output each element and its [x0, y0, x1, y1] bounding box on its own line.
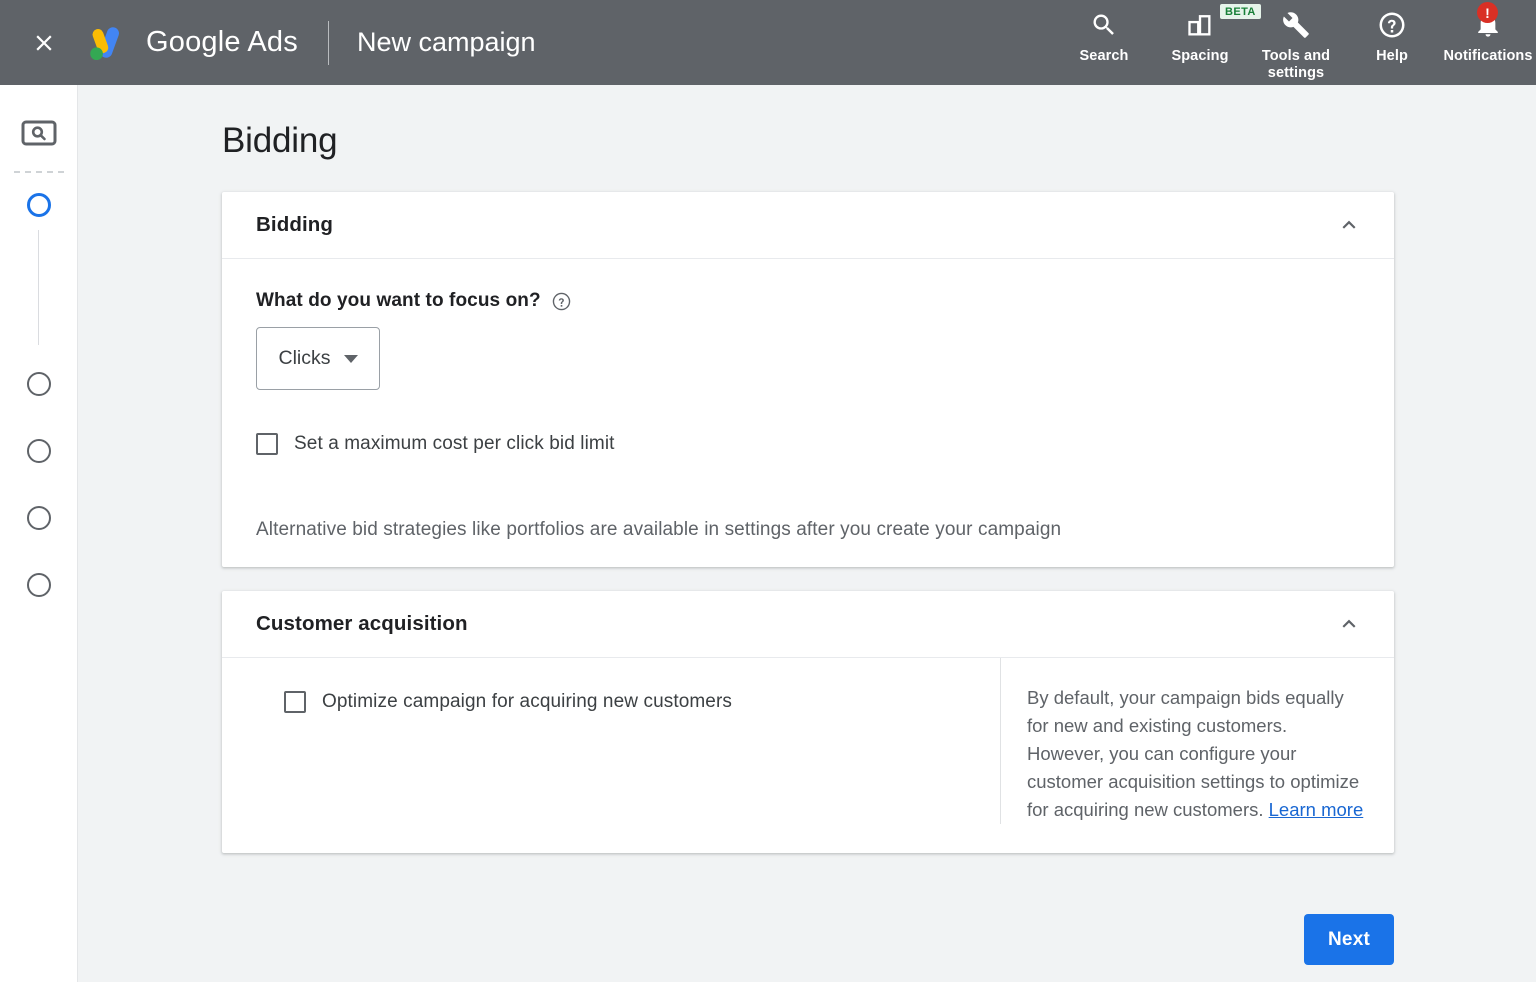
search-icon — [1093, 14, 1114, 35]
chevron-up-icon — [1342, 619, 1356, 628]
focus-select[interactable]: Clicks — [256, 327, 380, 390]
acquisition-card-header[interactable]: Customer acquisition — [222, 591, 1394, 658]
search-button[interactable]: Search — [1056, 0, 1152, 85]
google-ads-logo-icon — [90, 26, 119, 60]
bidding-card-header[interactable]: Bidding — [222, 192, 1394, 259]
optimize-new-customers-checkbox[interactable] — [284, 691, 306, 713]
acquisition-info-panel: By default, your campaign bids equally f… — [1000, 658, 1394, 824]
page-subtitle: New campaign — [356, 27, 536, 57]
close-button[interactable] — [22, 21, 66, 65]
wrench-icon-wrap — [1282, 8, 1310, 42]
spacing-icon — [1188, 15, 1211, 36]
max-cpc-checkbox[interactable] — [256, 433, 278, 455]
campaign-steps-sidebar — [0, 85, 78, 982]
chevron-up-icon — [1342, 220, 1356, 229]
sidebar-step-1[interactable] — [27, 193, 51, 217]
sidebar-step-5[interactable] — [27, 573, 51, 597]
bidding-card: Bidding What do you want to focus on? Cl… — [222, 192, 1394, 567]
max-cpc-checkbox-row[interactable]: Set a maximum cost per click bid limit — [256, 433, 1360, 455]
wrench-icon — [1283, 12, 1309, 38]
chevron-down-icon — [343, 354, 358, 363]
help-icon-wrap — [1377, 8, 1407, 42]
acquisition-card-title: Customer acquisition — [256, 612, 468, 635]
notification-count-badge: ! — [1477, 2, 1498, 23]
main-content: Bidding Bidding What do you want to focu… — [78, 85, 1536, 982]
notifications-button[interactable]: ! Notifications — [1440, 0, 1536, 85]
next-button[interactable]: Next — [1304, 914, 1394, 965]
bell-icon-wrap: ! — [1474, 2, 1502, 42]
focus-question-label: What do you want to focus on? — [256, 290, 541, 311]
optimize-new-customers-label: Optimize campaign for acquiring new cust… — [322, 691, 733, 712]
acquisition-options: Optimize campaign for acquiring new cust… — [222, 658, 1000, 824]
spacing-icon-wrap: BETA — [1186, 4, 1261, 42]
sidebar-step-connector — [38, 230, 39, 345]
customer-acquisition-card: Customer acquisition Optimize campaign f… — [222, 591, 1394, 853]
bidding-card-body: What do you want to focus on? Clicks Set… — [222, 259, 1394, 541]
close-icon — [36, 34, 52, 51]
bidding-note: Alternative bid strategies like portfoli… — [256, 519, 1062, 540]
help-button[interactable]: Help — [1344, 0, 1440, 85]
focus-question-row: What do you want to focus on? — [256, 259, 1360, 312]
spacing-button[interactable]: BETA Spacing — [1152, 0, 1261, 85]
optimize-new-customers-row[interactable]: Optimize campaign for acquiring new cust… — [284, 691, 1000, 713]
bidding-collapse-button[interactable] — [1332, 208, 1366, 242]
acquisition-card-body: Optimize campaign for acquiring new cust… — [222, 658, 1394, 824]
tools-and-settings-label: Tools and settings — [1261, 48, 1331, 81]
help-label: Help — [1376, 48, 1408, 64]
brand-title: Google Ads — [146, 26, 298, 58]
search-label: Search — [1079, 48, 1129, 64]
acquisition-collapse-button[interactable] — [1332, 607, 1366, 641]
focus-select-value: Clicks — [278, 347, 331, 369]
search-icon-wrap — [1090, 8, 1118, 42]
focus-help-icon-button[interactable] — [551, 291, 572, 312]
topbar-actions: Search BETA Spacing Tools and settings H… — [1056, 0, 1536, 85]
header-divider — [327, 20, 329, 65]
sidebar-step-4[interactable] — [27, 506, 51, 530]
learn-more-link[interactable]: Learn more — [1269, 799, 1364, 820]
sidebar-step-3[interactable] — [27, 439, 51, 463]
sidebar-dashed-separator — [14, 171, 64, 173]
max-cpc-checkbox-label: Set a maximum cost per click bid limit — [294, 433, 615, 454]
search-campaign-icon — [21, 120, 57, 146]
help-circle-icon — [552, 292, 570, 310]
acquisition-info-text: By default, your campaign bids equally f… — [1027, 684, 1364, 824]
google-ads-logo — [82, 20, 128, 66]
search-campaign-icon-button[interactable] — [20, 118, 58, 148]
page-title: Bidding — [222, 121, 338, 160]
notifications-label: Notifications — [1443, 48, 1533, 64]
top-app-bar: Google Ads New campaign Search BETA Spac… — [0, 0, 1536, 85]
bidding-card-title: Bidding — [256, 213, 333, 236]
help-circle-icon — [1379, 12, 1405, 38]
spacing-label: Spacing — [1171, 48, 1229, 64]
sidebar-step-2[interactable] — [27, 372, 51, 396]
tools-and-settings-button[interactable]: Tools and settings — [1248, 0, 1344, 85]
